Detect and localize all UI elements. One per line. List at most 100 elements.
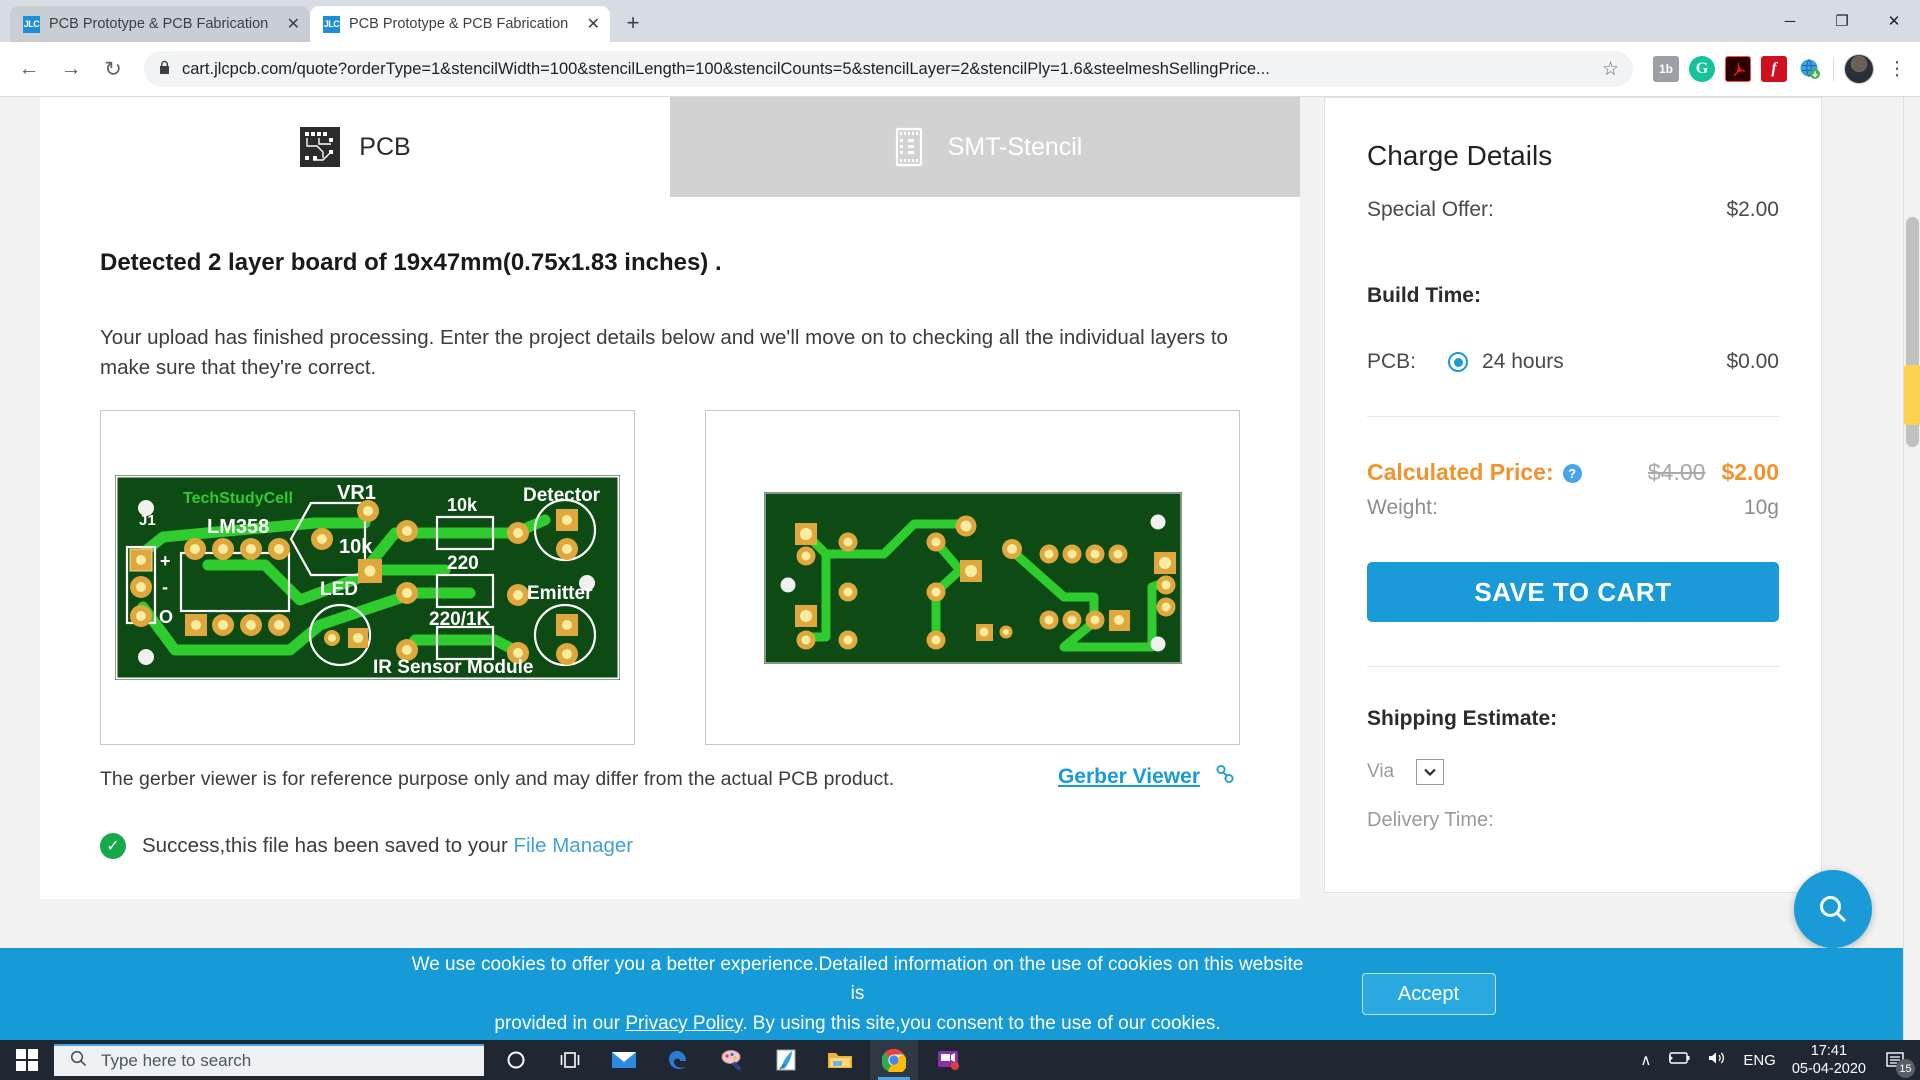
gerber-preview-top[interactable]: TechStudyCell LM358 VR1 10k 10k 220 220/…: [100, 410, 635, 746]
original-price: $4.00: [1647, 459, 1706, 485]
divider-2: [1367, 666, 1779, 667]
pcb-bottom-layer-render: [763, 491, 1182, 664]
cookie-banner-text: We use cookies to offer you a better exp…: [408, 950, 1308, 1038]
volume-icon[interactable]: [1707, 1050, 1727, 1070]
processing-message: Your upload has finished processing. Ent…: [100, 326, 1228, 379]
special-offer-row: Special Offer: $2.00: [1367, 198, 1779, 222]
start-button[interactable]: [0, 1040, 54, 1080]
adobe-acrobat-extension-icon[interactable]: [1725, 56, 1751, 82]
forward-icon[interactable]: →: [52, 50, 90, 88]
language-indicator[interactable]: ENG: [1743, 1052, 1776, 1069]
tab-strip: JLC PCB Prototype & PCB Fabrication ✕ JL…: [0, 0, 648, 42]
bookmark-star-icon[interactable]: ☆: [1602, 58, 1619, 81]
svg-text:J1: J1: [139, 512, 156, 529]
windows-taskbar: Type here to search ∧ ENG 17:41 05-04-20…: [0, 1040, 1920, 1080]
browser-tab-2[interactable]: JLC PCB Prototype & PCB Fabrication ✕: [310, 6, 610, 42]
cortana-icon[interactable]: [492, 1040, 540, 1080]
privacy-policy-link[interactable]: Privacy Policy: [625, 1013, 742, 1034]
tab-pcb[interactable]: PCB: [40, 97, 670, 197]
cookie-consent-banner: We use cookies to offer you a better exp…: [0, 948, 1903, 1040]
chrome-menu-icon[interactable]: ⋮: [1884, 60, 1910, 79]
back-icon[interactable]: ←: [10, 50, 48, 88]
reload-icon[interactable]: ↻: [94, 50, 132, 88]
success-message-text: Success,this file has been saved to your: [142, 834, 514, 858]
task-view-icon[interactable]: [546, 1040, 594, 1080]
tab-close-icon-2[interactable]: ✕: [587, 14, 600, 34]
maximize-icon[interactable]: ❐: [1816, 0, 1868, 42]
file-explorer-icon[interactable]: [816, 1040, 864, 1080]
browser-window: JLC PCB Prototype & PCB Fabrication ✕ JL…: [0, 0, 1920, 1040]
tab-smt-stencil[interactable]: SMT-Stencil: [670, 97, 1300, 197]
close-icon[interactable]: ✕: [1868, 0, 1920, 42]
svg-text:+: +: [160, 551, 171, 571]
tray-chevron-icon[interactable]: ∧: [1640, 1051, 1651, 1069]
new-tab-button[interactable]: +: [618, 8, 648, 38]
tab-pcb-label: PCB: [359, 132, 411, 161]
idm-extension-icon[interactable]: [1797, 56, 1823, 82]
minimize-icon[interactable]: ─: [1764, 0, 1816, 42]
notepad-plus-icon[interactable]: [762, 1040, 810, 1080]
charge-details-panel: Charge Details Special Offer: $2.00 Buil…: [1324, 97, 1822, 893]
browser-tab-1[interactable]: JLC PCB Prototype & PCB Fabrication ✕: [10, 6, 310, 42]
gerber-note-row: The gerber viewer is for reference purpo…: [100, 763, 1240, 791]
search-icon: [70, 1050, 87, 1072]
url-text: cart.jlcpcb.com/quote?orderType=1&stenci…: [182, 59, 1270, 78]
screen-recorder-icon[interactable]: [924, 1040, 972, 1080]
save-to-cart-button[interactable]: SAVE TO CART: [1367, 562, 1779, 622]
file-manager-link[interactable]: File Manager: [513, 834, 633, 857]
pcb-top-layer-render: TechStudyCell LM358 VR1 10k 10k 220 220/…: [115, 475, 620, 681]
build-time-price: $0.00: [1726, 350, 1779, 373]
accept-cookies-button[interactable]: Accept: [1361, 973, 1496, 1015]
lock-icon: [158, 60, 171, 78]
pcb-icon: [299, 126, 341, 168]
svg-text:LM358: LM358: [207, 516, 269, 538]
svg-text:LED: LED: [320, 579, 358, 600]
link-chain-icon[interactable]: [1214, 763, 1236, 791]
battery-icon[interactable]: [1667, 1051, 1691, 1069]
page-viewport: PCB SMT-Stencil Detected 2 layer board o…: [0, 97, 1920, 1040]
paint-icon[interactable]: [708, 1040, 756, 1080]
svg-text:-: -: [162, 577, 168, 597]
gerber-viewer-link[interactable]: Gerber Viewer: [1058, 765, 1200, 789]
shipping-method-select[interactable]: [1416, 759, 1445, 785]
svg-text:10k: 10k: [339, 536, 373, 558]
profile-avatar[interactable]: [1844, 54, 1874, 84]
upload-success-row: ✓ Success,this file has been saved to yo…: [100, 833, 1240, 899]
build-time-radio-24h[interactable]: [1448, 352, 1469, 372]
lastpass-extension-icon[interactable]: 1b: [1653, 56, 1679, 82]
grammarly-extension-icon[interactable]: G: [1689, 56, 1715, 82]
shipping-estimate-label: Shipping Estimate:: [1367, 707, 1558, 730]
scrollbar-highlight-marker: [1904, 365, 1920, 425]
gerber-reference-note: The gerber viewer is for reference purpo…: [100, 768, 895, 791]
svg-text:10k: 10k: [447, 495, 478, 515]
success-check-icon: ✓: [100, 833, 126, 860]
taskbar-clock[interactable]: 17:41 05-04-2020: [1792, 1042, 1866, 1078]
action-center-icon[interactable]: 15: [1882, 1047, 1915, 1078]
chrome-taskbar-icon[interactable]: [870, 1040, 918, 1080]
jlcpcb-favicon-1: JLC: [23, 15, 40, 33]
page-scrollbar[interactable]: [1903, 97, 1920, 1040]
windows-logo-icon: [15, 1048, 39, 1072]
address-bar[interactable]: cart.jlcpcb.com/quote?orderType=1&stenci…: [144, 51, 1633, 87]
mail-icon[interactable]: [600, 1040, 648, 1080]
tab-close-icon-1[interactable]: ✕: [287, 14, 300, 34]
taskbar-search-input[interactable]: Type here to search: [54, 1044, 484, 1076]
weight-row: Weight: 10g: [1367, 496, 1779, 520]
svg-text:VR1: VR1: [337, 482, 376, 504]
cookie-line-2-prefix: provided in our: [494, 1012, 626, 1034]
floating-search-button[interactable]: [1794, 870, 1872, 948]
system-tray: ∧ ENG 17:41 05-04-2020 15: [1640, 1042, 1920, 1078]
toolbar-divider: [1833, 57, 1834, 81]
notification-count-badge: 15: [1896, 1059, 1915, 1078]
edge-icon[interactable]: [654, 1040, 702, 1080]
page-content: PCB SMT-Stencil Detected 2 layer board o…: [0, 97, 1920, 900]
extensions-bar: 1b G f ⋮: [1645, 54, 1910, 84]
jlcpcb-favicon-2: JLC: [323, 15, 340, 33]
help-icon[interactable]: ?: [1562, 464, 1582, 483]
stencil-icon: [888, 126, 930, 168]
cookie-line-2-suffix: . By using this site,you consent to the …: [742, 1012, 1221, 1034]
clock-date: 05-04-2020: [1791, 1061, 1866, 1077]
divider-1: [1367, 416, 1779, 417]
gerber-preview-bottom[interactable]: [705, 410, 1240, 746]
flash-player-extension-icon[interactable]: f: [1761, 56, 1787, 82]
